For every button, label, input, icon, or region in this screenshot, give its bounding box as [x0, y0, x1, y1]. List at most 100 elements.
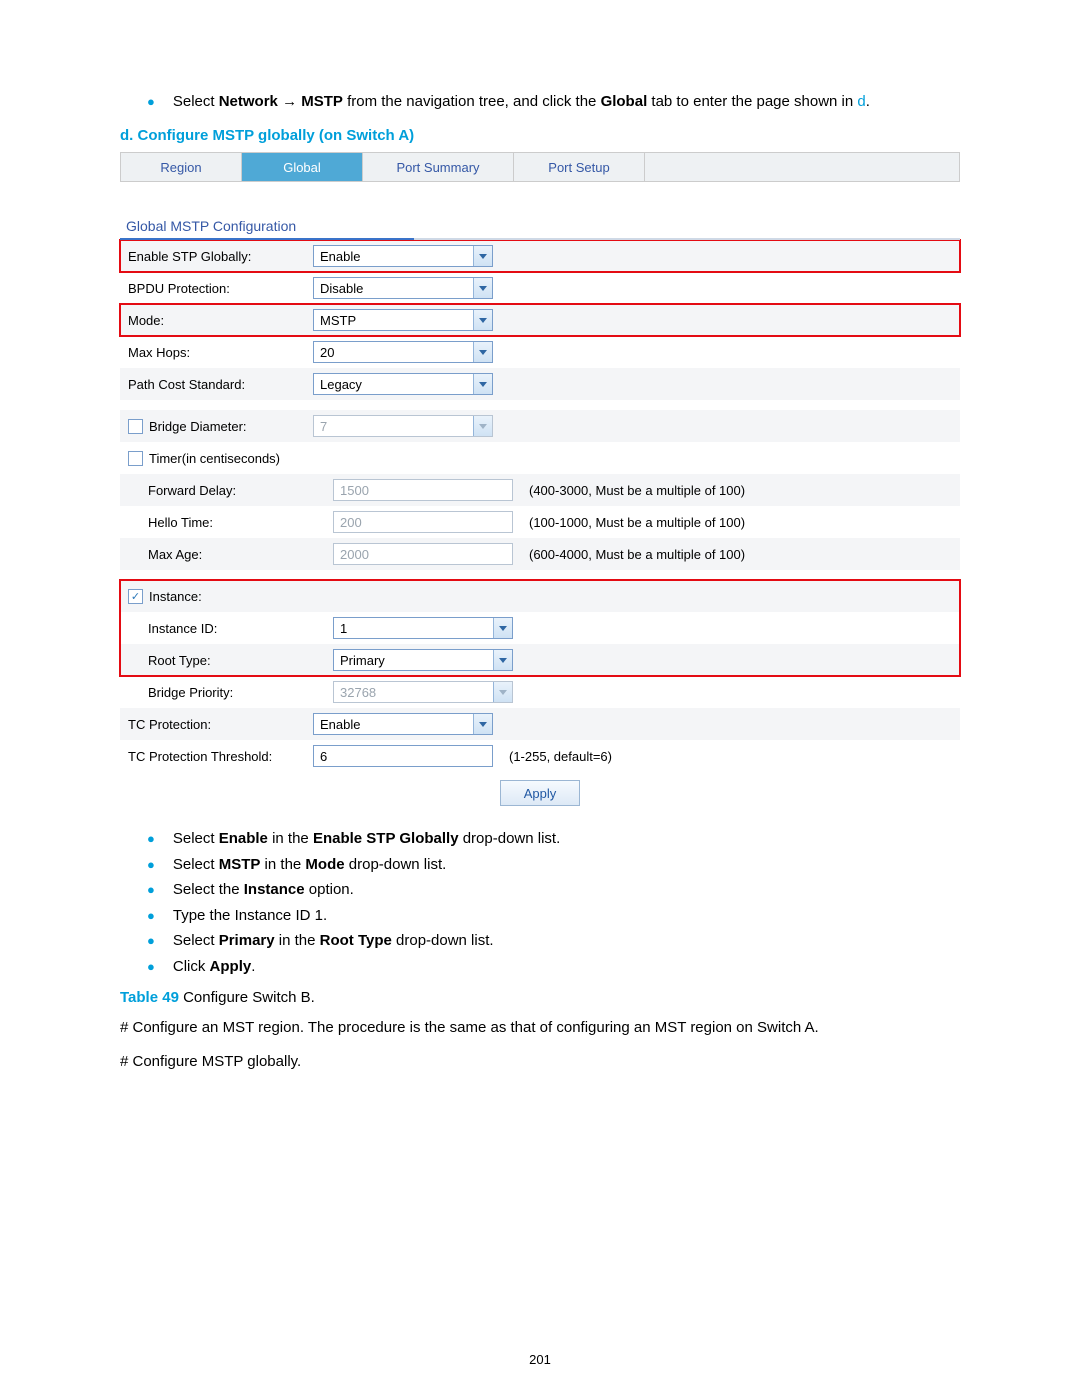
select-enable-stp[interactable]: Enable — [313, 245, 493, 267]
chevron-down-icon — [493, 618, 512, 638]
chevron-down-icon — [493, 682, 512, 702]
tab-port-setup[interactable]: Port Setup — [514, 153, 645, 181]
row-instance-id: Instance ID: 1 — [120, 612, 960, 644]
t: Network — [219, 93, 278, 110]
t: Global — [601, 93, 648, 110]
chevron-down-icon — [493, 650, 512, 670]
t: . — [866, 93, 870, 110]
label-bridge-priority: Bridge Priority: — [120, 685, 333, 700]
bullet-icon: ● — [147, 933, 173, 948]
chevron-down-icon — [473, 246, 492, 266]
input-forward-delay[interactable]: 1500 — [333, 479, 513, 501]
intro-bullet: ●Select Network → MSTP from the navigati… — [175, 90, 960, 113]
panel-title: Global MSTP Configuration — [120, 218, 960, 240]
figure-link-d[interactable]: d — [857, 93, 865, 110]
select-value: Enable — [320, 249, 360, 264]
mstp-global-screenshot: Region Global Port Summary Port Setup Gl… — [120, 152, 960, 806]
table-caption: Table 49 Configure Switch B. — [120, 989, 960, 1006]
row-enable-stp: Enable STP Globally: Enable — [120, 240, 960, 272]
label-max-hops: Max Hops: — [120, 345, 313, 360]
bullet-icon: ● — [147, 857, 173, 872]
label-enable-stp: Enable STP Globally: — [120, 249, 313, 264]
select-value: Enable — [320, 717, 360, 732]
list-item: ●Click Apply. — [120, 954, 960, 980]
instructions-list: ●Select Enable in the Enable STP Globall… — [120, 826, 960, 979]
select-value: 7 — [320, 419, 327, 434]
select-value: Disable — [320, 281, 363, 296]
input-hello-time[interactable]: 200 — [333, 511, 513, 533]
paragraph: # Configure an MST region. The procedure… — [120, 1016, 960, 1039]
label-hello-time: Hello Time: — [120, 515, 333, 530]
chevron-down-icon — [473, 342, 492, 362]
bullet-icon: ● — [147, 882, 173, 897]
label-tc-protection: TC Protection: — [120, 717, 313, 732]
label-root-type: Root Type: — [120, 653, 333, 668]
t: Bridge Diameter: — [149, 419, 247, 434]
select-mode[interactable]: MSTP — [313, 309, 493, 331]
table-number: Table 49 — [120, 989, 179, 1006]
row-mode: Mode: MSTP — [120, 304, 960, 336]
select-value: MSTP — [320, 313, 356, 328]
row-root-type: Root Type: Primary — [120, 644, 960, 676]
t: MSTP — [301, 93, 343, 110]
label-forward-delay: Forward Delay: — [120, 483, 333, 498]
input-tc-threshold[interactable]: 6 — [313, 745, 493, 767]
select-root-type[interactable]: Primary — [333, 649, 513, 671]
tab-spacer — [645, 153, 959, 181]
select-value: 1 — [340, 621, 347, 636]
list-item: ●Select Enable in the Enable STP Globall… — [120, 826, 960, 852]
input-value: 6 — [320, 749, 327, 764]
input-max-age[interactable]: 2000 — [333, 543, 513, 565]
select-value: Primary — [340, 653, 385, 668]
select-tc-protection[interactable]: Enable — [313, 713, 493, 735]
bullet-icon: ● — [147, 831, 173, 846]
select-bridge-priority[interactable]: 32768 — [333, 681, 513, 703]
t: tab to enter the page shown in — [647, 93, 857, 110]
tab-global[interactable]: Global — [242, 153, 363, 181]
tab-region[interactable]: Region — [121, 153, 242, 181]
paragraph: # Configure MSTP globally. — [120, 1050, 960, 1073]
tab-port-summary[interactable]: Port Summary — [363, 153, 514, 181]
checkbox-timer[interactable] — [128, 451, 143, 466]
row-max-hops: Max Hops: 20 — [120, 336, 960, 368]
row-bpdu: BPDU Protection: Disable — [120, 272, 960, 304]
row-path-cost: Path Cost Standard: Legacy — [120, 368, 960, 400]
select-bridge-diameter[interactable]: 7 — [313, 415, 493, 437]
row-max-age: Max Age: 2000 (600-4000, Must be a multi… — [120, 538, 960, 570]
row-tc-protection: TC Protection: Enable — [120, 708, 960, 740]
checkbox-instance[interactable]: ✓ — [128, 589, 143, 604]
table-desc: Configure Switch B. — [179, 989, 315, 1006]
chevron-down-icon — [473, 714, 492, 734]
row-tc-threshold: TC Protection Threshold: 6 (1-255, defau… — [120, 740, 960, 772]
list-item: ●Select the Instance option. — [120, 877, 960, 903]
checkbox-bridge-diameter[interactable] — [128, 419, 143, 434]
t: from the navigation tree, and click the — [343, 93, 601, 110]
list-item: ●Select Primary in the Root Type drop-do… — [120, 928, 960, 954]
row-timer: Timer(in centiseconds) — [120, 442, 960, 474]
input-value: 1500 — [340, 483, 369, 498]
select-instance-id[interactable]: 1 — [333, 617, 513, 639]
tabs-bar: Region Global Port Summary Port Setup — [120, 152, 960, 182]
list-item: ●Select MSTP in the Mode drop-down list. — [120, 852, 960, 878]
select-value: Legacy — [320, 377, 362, 392]
t: Timer(in centiseconds) — [149, 451, 280, 466]
label-path-cost: Path Cost Standard: — [120, 377, 313, 392]
row-hello-time: Hello Time: 200 (100-1000, Must be a mul… — [120, 506, 960, 538]
row-forward-delay: Forward Delay: 1500 (400-3000, Must be a… — [120, 474, 960, 506]
page-number: 201 — [0, 1352, 1080, 1367]
chevron-down-icon — [473, 278, 492, 298]
input-value: 2000 — [340, 547, 369, 562]
hint-max-age: (600-4000, Must be a multiple of 100) — [523, 547, 745, 562]
label-max-age: Max Age: — [120, 547, 333, 562]
input-value: 200 — [340, 515, 362, 530]
select-max-hops[interactable]: 20 — [313, 341, 493, 363]
select-path-cost[interactable]: Legacy — [313, 373, 493, 395]
label-timer: Timer(in centiseconds) — [120, 451, 313, 466]
select-value: 32768 — [340, 685, 376, 700]
t: Instance: — [149, 589, 202, 604]
apply-button[interactable]: Apply — [500, 780, 580, 806]
row-instance: ✓ Instance: — [120, 580, 960, 612]
bullet-icon: ● — [147, 94, 173, 109]
label-instance-id: Instance ID: — [120, 621, 333, 636]
select-bpdu[interactable]: Disable — [313, 277, 493, 299]
